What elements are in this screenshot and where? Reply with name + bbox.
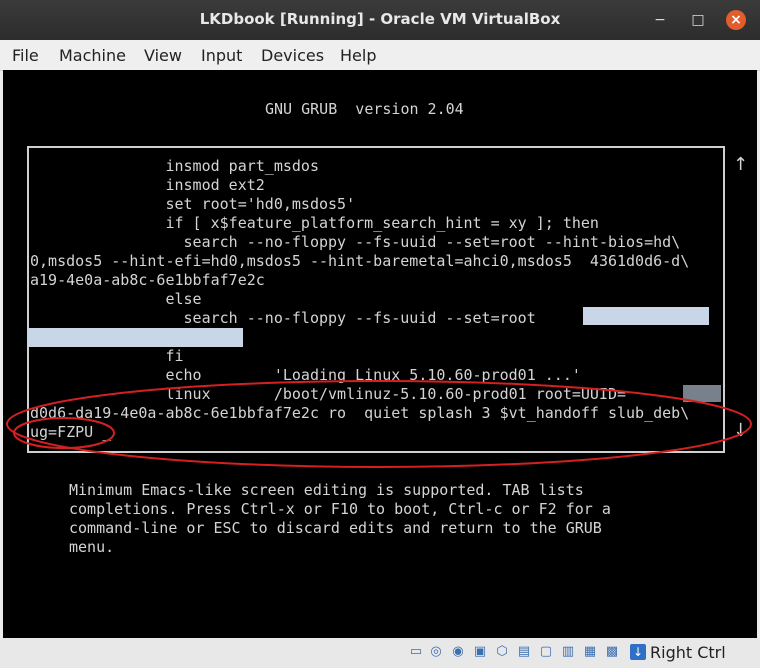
close-button[interactable]: × <box>726 10 746 30</box>
video-capture-icon[interactable]: ▥ <box>560 644 576 660</box>
annotation-overlay <box>6 380 752 468</box>
host-key-label: Right Ctrl <box>650 643 726 662</box>
annotation-ellipse-large <box>6 380 752 468</box>
menu-help[interactable]: Help <box>340 46 376 65</box>
window-title-bar[interactable]: LKDbook [Running] - Oracle VM VirtualBox… <box>0 0 760 40</box>
host-key-arrow-icon: ↓ <box>630 644 646 660</box>
network-icon[interactable]: ▣ <box>472 644 488 660</box>
recording-icon[interactable]: ▦ <box>582 644 598 660</box>
menu-file[interactable]: File <box>12 46 39 65</box>
annotation-ellipse-small <box>13 417 115 449</box>
menu-view[interactable]: View <box>144 46 182 65</box>
usb-icon[interactable]: ⬡ <box>494 644 510 660</box>
cpu-icon[interactable]: ▩ <box>604 644 620 660</box>
optical-drive-icon[interactable]: ◎ <box>428 644 444 660</box>
minimize-button[interactable]: − <box>650 10 670 30</box>
display-icon[interactable]: ▢ <box>538 644 554 660</box>
hard-disk-icon[interactable]: ▭ <box>408 644 424 660</box>
menu-devices[interactable]: Devices <box>261 46 324 65</box>
maximize-button[interactable]: □ <box>688 10 708 30</box>
menu-bar: File Machine View Input Devices Help <box>0 40 760 71</box>
menu-input[interactable]: Input <box>201 46 242 65</box>
menu-machine[interactable]: Machine <box>59 46 126 65</box>
vm-screen[interactable]: GNU GRUB version 2.04 insmod part_msdos … <box>3 70 757 638</box>
shared-folder-icon[interactable]: ▤ <box>516 644 532 660</box>
window-title: LKDbook [Running] - Oracle VM VirtualBox <box>199 10 561 28</box>
audio-icon[interactable]: ◉ <box>450 644 466 660</box>
status-bar: ▭ ◎ ◉ ▣ ⬡ ▤ ▢ ▥ ▦ ▩ ◈ ↓ Right Ctrl <box>0 638 760 668</box>
